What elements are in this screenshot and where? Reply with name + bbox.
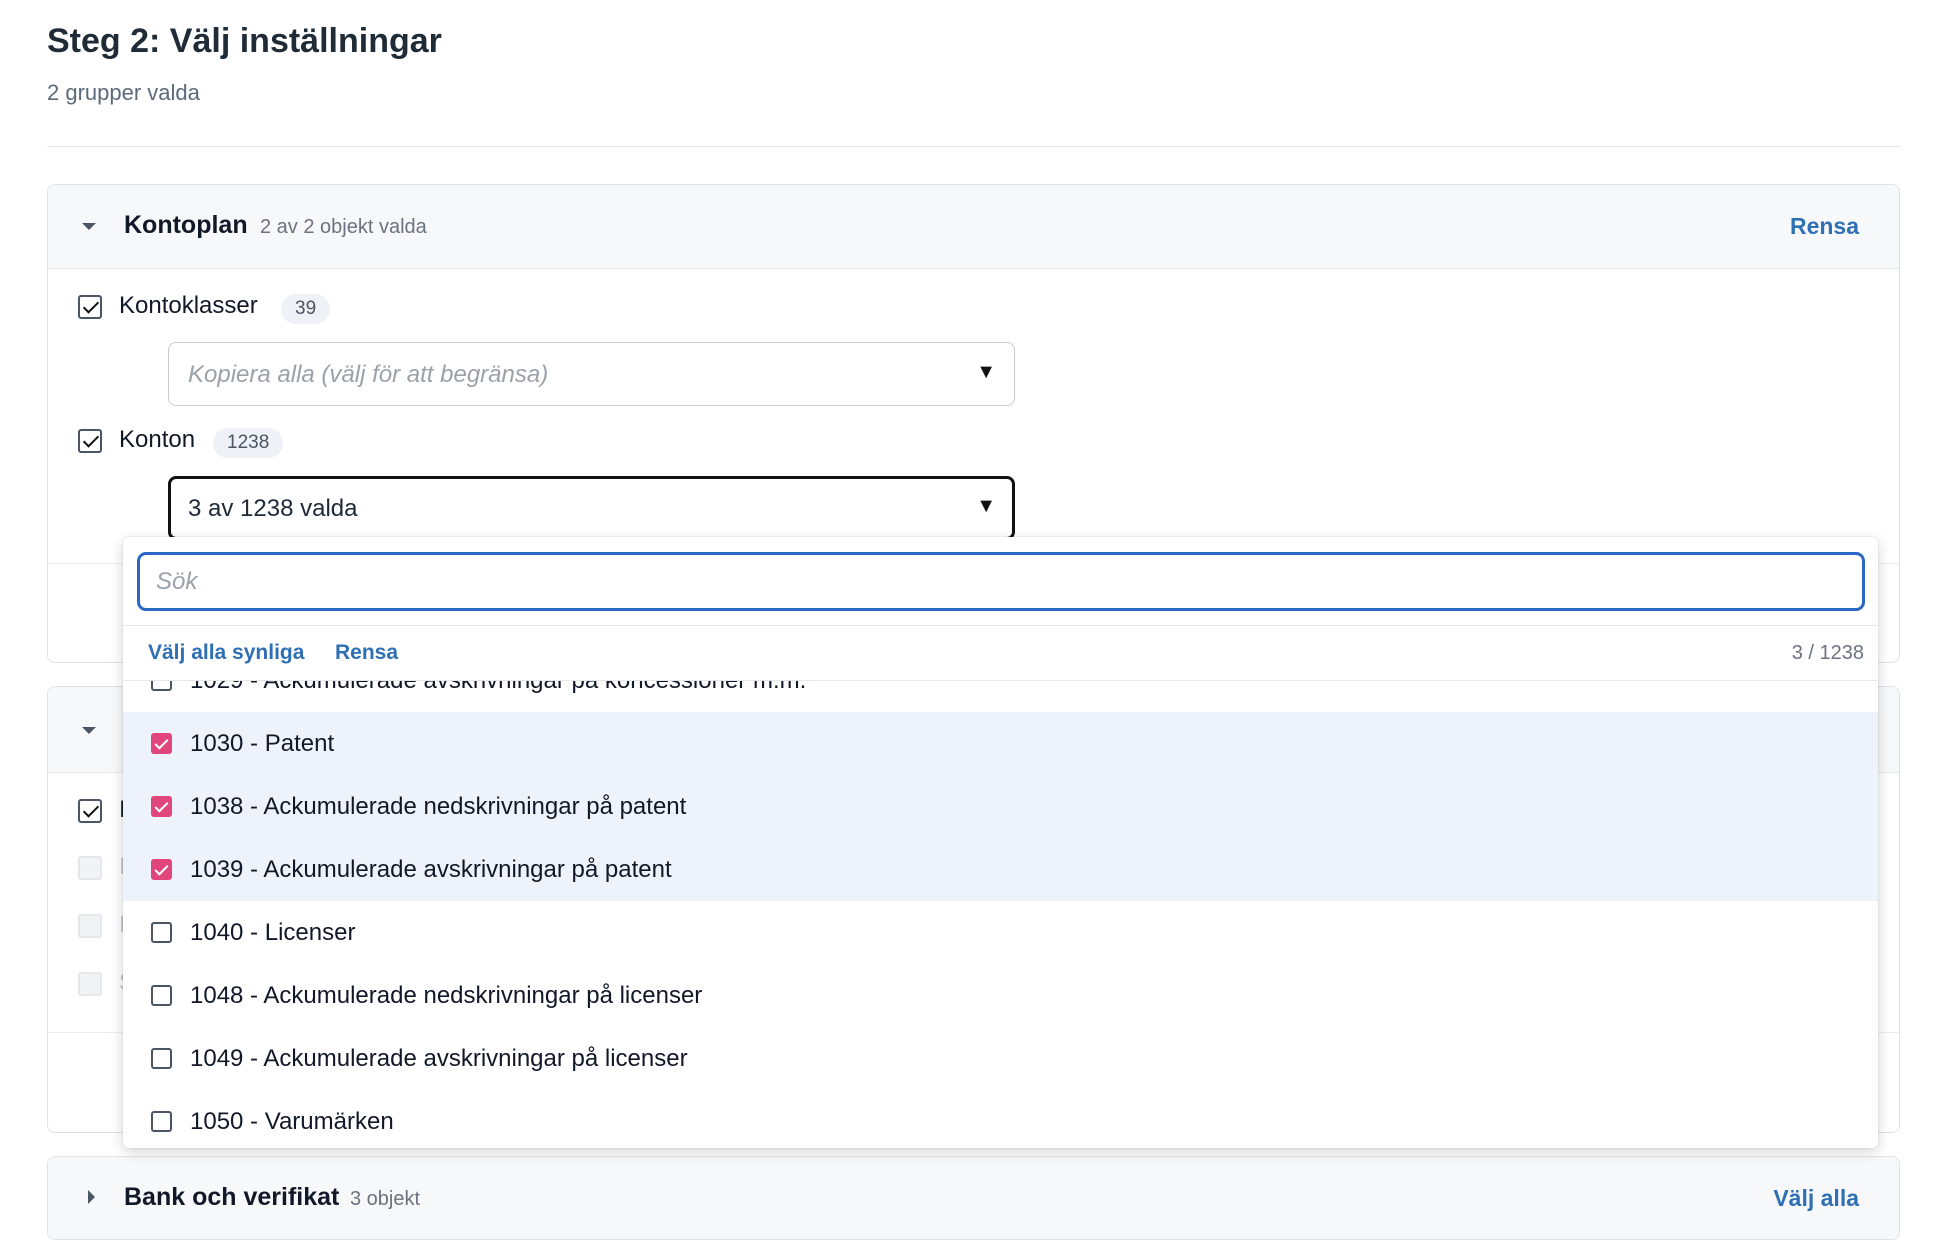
konton-select[interactable]: 3 av 1238 valda ▼ — [168, 476, 1015, 540]
list-item[interactable]: 1030 - Patent — [123, 712, 1878, 775]
kontoklasser-count-badge: 39 — [281, 294, 331, 324]
konton-dropdown: Välj alla synliga Rensa 3 / 1238 1029 - … — [123, 537, 1878, 1148]
bank-title: Bank och verifikat — [124, 1183, 340, 1211]
list-item-checkbox[interactable] — [151, 1048, 172, 1069]
list-item-checkbox[interactable] — [151, 681, 172, 691]
page-title: Steg 2: Välj inställningar — [47, 22, 442, 60]
list-item-checkbox[interactable] — [151, 922, 172, 943]
list-item-checkbox[interactable] — [151, 796, 172, 817]
dropdown-divider — [123, 625, 1878, 626]
list-item[interactable]: 1048 - Ackumulerade nedskrivningar på li… — [123, 964, 1878, 1027]
search-input[interactable] — [137, 552, 1865, 611]
bank-count: 3 objekt — [350, 1188, 421, 1210]
list-item-label: 1038 - Ackumulerade nedskrivningar på pa… — [190, 793, 687, 820]
list-item-checkbox[interactable] — [151, 733, 172, 754]
caret-right-icon[interactable] — [88, 1190, 95, 1204]
list-item[interactable]: 1039 - Ackumulerade avskrivningar på pat… — [123, 838, 1878, 901]
list-item-label: 1029 - Ackumulerade avskrivningar på kon… — [190, 681, 806, 695]
kontoklasser-checkbox[interactable] — [78, 295, 102, 319]
list-item[interactable]: 1050 - Varumärken — [123, 1090, 1878, 1148]
list-item-label: 1039 - Ackumulerade avskrivningar på pat… — [190, 856, 672, 883]
kontoklasser-select-placeholder: Kopiera alla (välj för att begränsa) — [188, 361, 549, 388]
second-option-checkbox[interactable] — [78, 799, 102, 823]
list-item-label: 1050 - Varumärken — [190, 1108, 394, 1135]
select-visible-button[interactable]: Välj alla synliga — [148, 641, 304, 665]
konton-count-badge: 1238 — [213, 428, 284, 458]
disabled-option-checkbox — [78, 856, 102, 880]
selection-count: 3 / 1238 — [1791, 642, 1864, 664]
konton-select-value: 3 av 1238 valda — [188, 495, 358, 522]
list-item-checkbox[interactable] — [151, 985, 172, 1006]
list-item-label: 1048 - Ackumulerade nedskrivningar på li… — [190, 982, 703, 1009]
list-item-checkbox[interactable] — [151, 1111, 172, 1132]
kontoplan-header[interactable]: Kontoplan 2 av 2 objekt valda Rensa — [48, 185, 1899, 269]
list-item[interactable]: 1049 - Ackumulerade avskrivningar på lic… — [123, 1027, 1878, 1090]
dropdown-clear-button[interactable]: Rensa — [335, 641, 398, 665]
caret-down-icon[interactable] — [82, 223, 96, 230]
list-item-label: 1030 - Patent — [190, 730, 335, 757]
konton-checkbox[interactable] — [78, 429, 102, 453]
disabled-option-checkbox — [78, 972, 102, 996]
disabled-option-checkbox — [78, 914, 102, 938]
select-all-button[interactable]: Välj alla — [1773, 1185, 1859, 1212]
account-list[interactable]: 1029 - Ackumulerade avskrivningar på kon… — [123, 681, 1878, 1148]
bank-header[interactable]: Bank och verifikat 3 objekt Välj alla — [48, 1157, 1899, 1239]
list-item[interactable]: 1029 - Ackumulerade avskrivningar på kon… — [123, 681, 1878, 712]
chevron-down-icon: ▼ — [976, 361, 996, 383]
konton-label: Konton — [119, 426, 196, 453]
page-subtitle: 2 grupper valda — [47, 80, 200, 105]
chevron-down-icon: ▼ — [976, 495, 996, 517]
header-divider — [47, 146, 1900, 147]
kontoplan-count: 2 av 2 objekt valda — [260, 216, 427, 238]
list-item[interactable]: 1040 - Licenser — [123, 901, 1878, 964]
caret-down-icon[interactable] — [82, 727, 96, 734]
list-item-checkbox[interactable] — [151, 859, 172, 880]
bank-panel: Bank och verifikat 3 objekt Välj alla — [47, 1156, 1900, 1240]
list-item-label: 1049 - Ackumulerade avskrivningar på lic… — [190, 1045, 688, 1072]
kontoplan-clear-button[interactable]: Rensa — [1790, 213, 1859, 240]
list-item[interactable]: 1038 - Ackumulerade nedskrivningar på pa… — [123, 775, 1878, 838]
kontoklasser-select[interactable]: Kopiera alla (välj för att begränsa) ▼ — [168, 342, 1015, 406]
kontoplan-title: Kontoplan — [124, 211, 248, 239]
kontoklasser-label: Kontoklasser — [119, 292, 258, 319]
list-item-label: 1040 - Licenser — [190, 919, 356, 946]
